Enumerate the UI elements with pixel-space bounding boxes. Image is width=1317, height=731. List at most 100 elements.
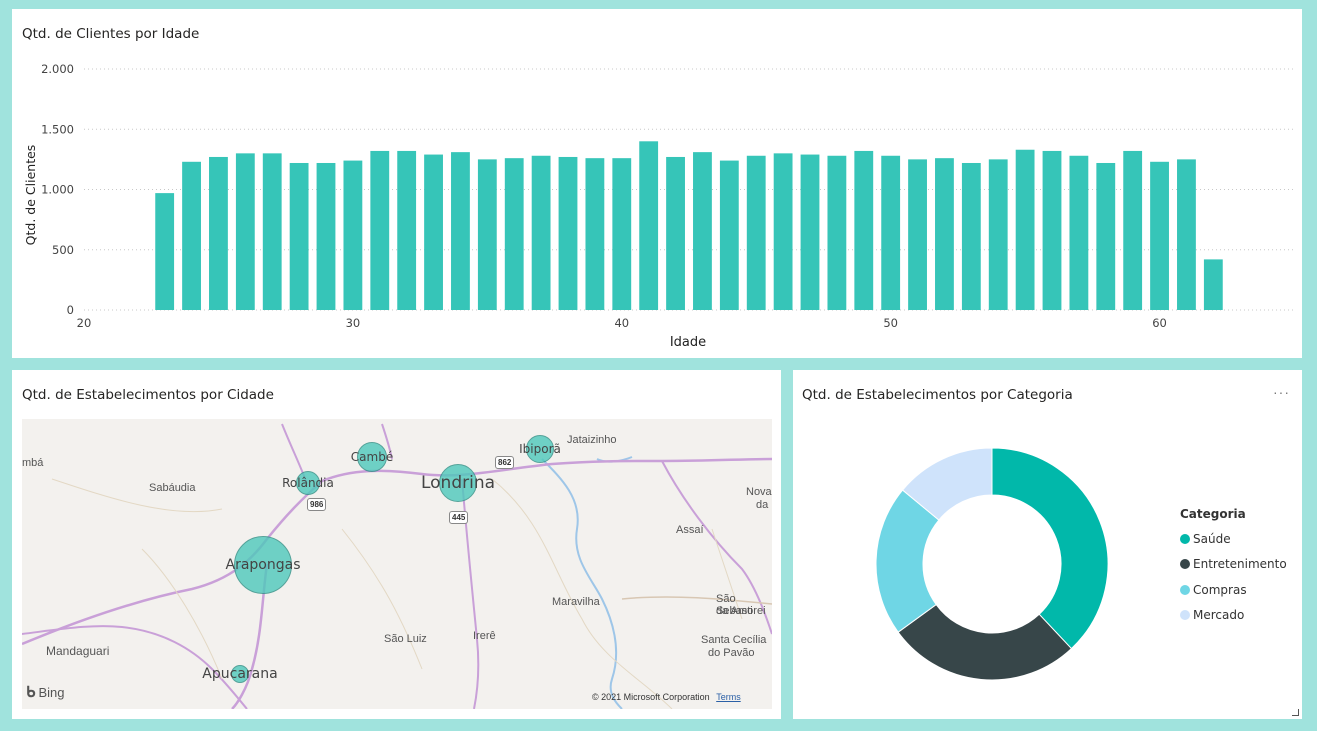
legend-item[interactable]: Entretenimento bbox=[1180, 552, 1287, 578]
bar[interactable] bbox=[1203, 259, 1223, 310]
terms-link[interactable]: Terms bbox=[716, 692, 741, 702]
y-tick-label: 1.000 bbox=[41, 183, 74, 197]
place-label: Mandaguari bbox=[46, 644, 110, 658]
minor-road bbox=[141, 548, 223, 680]
legend-label: Saúde bbox=[1193, 531, 1231, 546]
place-label: Maravilha bbox=[552, 596, 600, 608]
bar[interactable] bbox=[612, 158, 632, 310]
bar[interactable] bbox=[262, 153, 282, 310]
place-label: do Pavão bbox=[708, 647, 755, 659]
bar[interactable] bbox=[531, 155, 551, 310]
bar[interactable] bbox=[988, 159, 1008, 310]
bar[interactable] bbox=[397, 150, 417, 310]
bar-chart-panel: Qtd. de Clientes por Idade 0 500 1.000 1.50… bbox=[12, 9, 1302, 358]
bar[interactable] bbox=[1096, 162, 1116, 310]
bar-chart: 0 500 1.000 1.500 2.000 20 30 40 50 60 Idade Qtd. d… bbox=[23, 62, 1294, 350]
place-label: Sabáudia bbox=[149, 482, 196, 494]
y-tick-label: 0 bbox=[67, 303, 74, 317]
legend-item[interactable]: Saúde bbox=[1180, 526, 1287, 552]
bar[interactable] bbox=[639, 141, 659, 310]
bar[interactable] bbox=[1150, 161, 1169, 310]
x-tick-label: 30 bbox=[346, 316, 361, 330]
bing-logo: ᑲ Bing bbox=[26, 683, 64, 701]
city-label: Apucarana bbox=[202, 666, 278, 682]
map-canvas[interactable]: mbá Sabáudia Jataizinho Nova da Assaí Ma… bbox=[22, 419, 772, 709]
bing-icon: ᑲ bbox=[26, 684, 36, 701]
road-shield: 862 bbox=[495, 456, 515, 469]
bar[interactable] bbox=[1069, 155, 1089, 310]
legend-item[interactable]: Mercado bbox=[1180, 603, 1287, 629]
bar[interactable] bbox=[935, 158, 954, 310]
bar[interactable] bbox=[1015, 149, 1035, 310]
bing-label: Bing bbox=[38, 684, 65, 700]
bar[interactable] bbox=[370, 150, 390, 310]
road-shield: 445 bbox=[449, 511, 469, 524]
y-tick-label: 1.500 bbox=[41, 122, 74, 136]
bar[interactable] bbox=[693, 152, 712, 310]
bar[interactable] bbox=[773, 153, 793, 310]
place-label: da Amorei bbox=[716, 605, 766, 617]
x-tick-label: 50 bbox=[883, 316, 898, 330]
map-panel: Qtd. de Estabelecimentos por Cidade mbá … bbox=[12, 370, 781, 719]
legend-label: Mercado bbox=[1193, 608, 1245, 623]
donut-slice[interactable] bbox=[991, 447, 1109, 650]
bar[interactable] bbox=[1042, 150, 1062, 310]
bar[interactable] bbox=[289, 162, 309, 310]
x-tick-label: 60 bbox=[1152, 316, 1167, 330]
bar[interactable] bbox=[316, 162, 336, 310]
bar[interactable] bbox=[585, 158, 605, 310]
map-attribution: © 2021 Microsoft Corporation Terms bbox=[592, 692, 741, 702]
x-tick-label: 40 bbox=[614, 316, 629, 330]
resize-handle-icon[interactable] bbox=[1292, 709, 1299, 716]
donut-legend: Categoria Saúde Entretenimento Compras Merc… bbox=[1180, 507, 1287, 628]
bar[interactable] bbox=[343, 160, 363, 310]
minor-road bbox=[491, 478, 673, 709]
place-label: São Luiz bbox=[384, 633, 427, 645]
place-label: Assaí bbox=[676, 524, 704, 536]
place-label: Irerê bbox=[473, 630, 496, 642]
bar[interactable] bbox=[558, 156, 578, 310]
bar[interactable] bbox=[155, 193, 175, 310]
attribution-text: © 2021 Microsoft Corporation bbox=[592, 692, 710, 702]
bar[interactable] bbox=[881, 155, 901, 310]
bar[interactable] bbox=[424, 154, 443, 310]
bar[interactable] bbox=[504, 158, 524, 310]
y-axis-label: Qtd. de Clientes bbox=[23, 145, 38, 246]
place-label: Santa Cecília bbox=[701, 634, 767, 646]
legend-marker-icon bbox=[1180, 533, 1190, 544]
bar[interactable] bbox=[746, 155, 766, 310]
bar[interactable] bbox=[182, 161, 201, 310]
city-label: Rolândia bbox=[282, 476, 334, 490]
bar[interactable] bbox=[477, 159, 497, 310]
y-tick-label: 500 bbox=[52, 243, 74, 257]
y-tick-label: 2.000 bbox=[41, 62, 74, 76]
bar[interactable] bbox=[908, 159, 927, 310]
city-label: Londrina bbox=[420, 473, 496, 493]
river bbox=[541, 458, 623, 709]
place-label: mbá bbox=[22, 457, 44, 469]
highway bbox=[22, 457, 772, 646]
legend-label: Compras bbox=[1193, 582, 1247, 597]
x-axis-label: Idade bbox=[670, 335, 706, 350]
legend-marker-icon bbox=[1180, 559, 1190, 570]
bar[interactable] bbox=[1123, 150, 1143, 310]
bar[interactable] bbox=[209, 156, 228, 310]
bar[interactable] bbox=[800, 154, 820, 310]
bar[interactable] bbox=[1177, 159, 1196, 310]
bar[interactable] bbox=[666, 156, 685, 310]
legend-items: Saúde Entretenimento Compras Mercado bbox=[1180, 526, 1287, 628]
map-title: Qtd. de Estabelecimentos por Cidade bbox=[22, 387, 274, 403]
bar[interactable] bbox=[235, 153, 255, 310]
bar[interactable] bbox=[854, 150, 874, 310]
bar[interactable] bbox=[827, 155, 847, 310]
legend-marker-icon bbox=[1180, 610, 1190, 621]
x-tick-label: 20 bbox=[77, 316, 92, 330]
bar[interactable] bbox=[451, 152, 470, 310]
legend-title: Categoria bbox=[1180, 507, 1246, 521]
road-shield: 986 bbox=[307, 498, 327, 511]
bar[interactable] bbox=[719, 160, 739, 310]
place-label: Jataizinho bbox=[567, 434, 617, 446]
bar[interactable] bbox=[961, 162, 981, 310]
city-label: Arapongas bbox=[225, 557, 301, 573]
legend-item[interactable]: Compras bbox=[1180, 577, 1287, 603]
